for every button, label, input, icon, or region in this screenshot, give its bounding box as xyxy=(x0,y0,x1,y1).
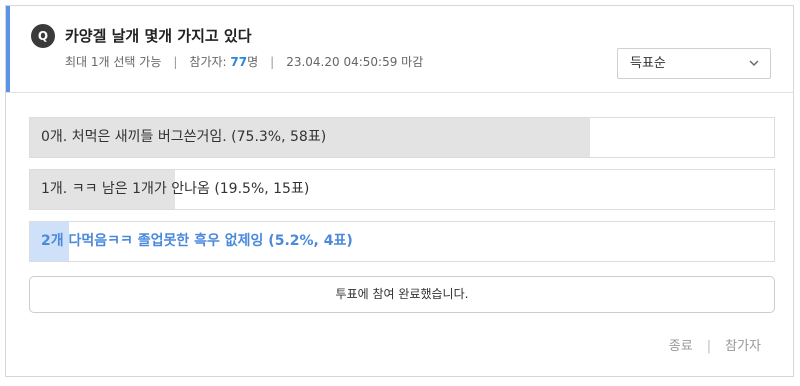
participants-count: 77 xyxy=(230,55,248,69)
participants-unit: 명 xyxy=(247,55,259,69)
vote-complete-button[interactable]: 투표에 참여 완료했습니다. xyxy=(29,276,775,313)
deadline: 23.04.20 04:50:59 마감 xyxy=(286,55,424,69)
end-poll-link[interactable]: 종료 xyxy=(669,339,693,354)
poll-option-1[interactable]: 1개. ㅋㅋ 남은 1개가 안나옴 (19.5%, 15표) xyxy=(29,169,775,210)
option-label: 2개 다먹음ㅋㅋ 졸업못한 흑우 없제잉 (5.2%, 4표) xyxy=(41,233,353,249)
sort-selected-value: 득표순 xyxy=(630,56,666,71)
poll-header: Q 카양겔 날개 몇개 가지고 있다 최대 1개 선택 가능 | 참가자: 77명 |… xyxy=(6,6,793,93)
poll-option-2[interactable]: 2개 다먹음ㅋㅋ 졸업못한 흑우 없제잉 (5.2%, 4표) xyxy=(29,221,775,262)
participants-link[interactable]: 참가자 xyxy=(725,339,761,354)
option-label: 1개. ㅋㅋ 남은 1개가 안나옴 (19.5%, 15표) xyxy=(41,181,310,197)
question-badge: Q xyxy=(31,24,55,48)
meta-separator: | xyxy=(173,55,178,69)
option-label: 0개. 처먹은 새끼들 버그쓴거임. (75.3%, 58표) xyxy=(41,129,327,145)
chevron-down-icon xyxy=(749,60,759,66)
poll-footer: 종료 | 참가자 xyxy=(669,337,761,357)
selection-limit: 최대 1개 선택 가능 xyxy=(65,55,162,69)
meta-separator: | xyxy=(270,55,275,69)
footer-separator: | xyxy=(706,339,712,354)
accent-bar xyxy=(6,6,10,92)
poll-option-0[interactable]: 0개. 처먹은 새끼들 버그쓴거임. (75.3%, 58표) xyxy=(29,117,775,158)
poll-meta: 최대 1개 선택 가능 | 참가자: 77명 | 23.04.20 04:50:59 마… xyxy=(65,53,423,71)
poll-question: 카양겔 날개 몇개 가지고 있다 xyxy=(65,27,252,45)
participants-label: 참가자: xyxy=(189,55,227,69)
sort-select[interactable]: 득표순 xyxy=(617,48,771,79)
poll-card: Q 카양겔 날개 몇개 가지고 있다 최대 1개 선택 가능 | 참가자: 77명 |… xyxy=(5,5,794,377)
